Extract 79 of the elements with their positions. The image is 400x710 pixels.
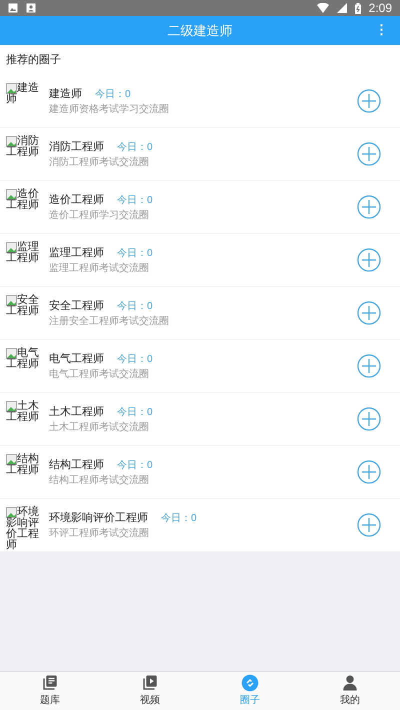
circle-description: 建造师资格考试学习交流圈 <box>49 104 170 116</box>
join-button[interactable] <box>357 354 381 378</box>
circle-description: 结构工程师考试交流圈 <box>49 475 150 488</box>
circle-name: 结构工程师 <box>49 458 104 473</box>
plus-circle-icon <box>357 460 381 484</box>
plus-circle-icon <box>357 513 381 537</box>
broken-image: 建造师 <box>6 83 40 105</box>
broken-image-icon <box>6 242 17 253</box>
circle-description: 消防工程师考试交流圈 <box>49 157 150 170</box>
circle-description: 造价工程师学习交流圈 <box>49 210 150 222</box>
plus-circle-icon <box>357 195 381 219</box>
plus-circle-icon <box>357 248 381 272</box>
plus-circle-icon <box>357 301 381 325</box>
circle-description: 土木工程师考试交流圈 <box>49 422 150 434</box>
section-title: 推荐的圈子 <box>6 52 61 68</box>
circle-name: 监理工程师 <box>49 246 104 261</box>
today-count: 今日：0 <box>117 246 153 260</box>
tab[interactable]: 视频 <box>100 672 200 710</box>
broken-image-icon <box>6 507 17 518</box>
broken-image-icon <box>6 401 17 412</box>
broken-image: 结构工程师 <box>6 454 40 476</box>
join-button[interactable] <box>357 460 381 484</box>
broken-image-icon <box>6 136 17 147</box>
tab[interactable]: 题库 <box>0 672 100 710</box>
circle-name: 安全工程师 <box>49 298 104 314</box>
broken-image: 造价工程师 <box>6 189 40 211</box>
image-icon <box>8 3 18 13</box>
broken-image: 安全工程师 <box>6 295 40 317</box>
plus-circle-icon <box>357 407 381 431</box>
today-count: 今日：0 <box>161 512 197 526</box>
battery-icon <box>354 2 361 14</box>
circle-name: 电气工程师 <box>49 352 104 367</box>
wifi-icon <box>316 3 329 13</box>
circle-description: 监理工程师考试交流圈 <box>49 263 150 276</box>
today-count: 今日：0 <box>117 352 153 366</box>
page-title: 二级建造师 <box>168 22 232 40</box>
today-count: 今日：0 <box>117 140 153 154</box>
join-button[interactable] <box>357 301 381 325</box>
broken-image: 电气工程师 <box>6 348 40 370</box>
join-button[interactable] <box>357 513 381 537</box>
video-icon <box>141 674 159 692</box>
broken-image-icon <box>6 454 17 465</box>
broken-image-icon <box>6 295 17 306</box>
today-count: 今日：0 <box>95 88 131 102</box>
broken-image-icon <box>6 348 17 359</box>
circle-description: 注册安全工程师考试交流圈 <box>49 316 170 328</box>
broken-image: 消防工程师 <box>6 136 40 158</box>
person-icon <box>341 674 359 692</box>
broken-image: 监理工程师 <box>6 242 40 264</box>
today-count: 今日：0 <box>117 406 153 420</box>
circle-list-item[interactable]: 建造师 建造师 今日：0 建造师资格考试学习交流圈 <box>0 75 400 128</box>
circle-name: 环境影响评价工程师 <box>49 510 148 526</box>
broken-image: 土木工程师 <box>6 401 40 423</box>
circle-name: 土木工程师 <box>49 404 104 420</box>
clock: 2:09 <box>368 0 392 17</box>
circle-name: 造价工程师 <box>49 192 104 208</box>
signal-icon <box>336 3 347 13</box>
tab[interactable]: 我的 <box>300 672 400 710</box>
join-button[interactable] <box>357 142 381 166</box>
broken-image-icon <box>6 83 17 94</box>
today-count: 今日：0 <box>117 300 153 314</box>
plus-circle-icon <box>357 354 381 378</box>
book-stack-icon <box>41 674 59 692</box>
broken-image: 环境影响评价工程师 <box>6 507 40 551</box>
broken-image-icon <box>6 189 17 200</box>
circle-name: 消防工程师 <box>49 140 104 155</box>
join-button[interactable] <box>357 89 381 113</box>
today-count: 今日：0 <box>117 194 153 208</box>
today-count: 今日：0 <box>117 458 153 472</box>
circle-description: 电气工程师考试交流圈 <box>49 369 150 382</box>
circle-name: 建造师 <box>49 86 82 102</box>
join-button[interactable] <box>357 195 381 219</box>
join-button[interactable] <box>357 407 381 431</box>
plus-circle-icon <box>357 89 381 113</box>
join-button[interactable] <box>357 248 381 272</box>
contact-icon <box>26 3 36 13</box>
plus-circle-icon <box>357 142 381 166</box>
circle-description: 环评工程师考试交流圈 <box>49 528 150 540</box>
circle-icon <box>241 674 259 692</box>
